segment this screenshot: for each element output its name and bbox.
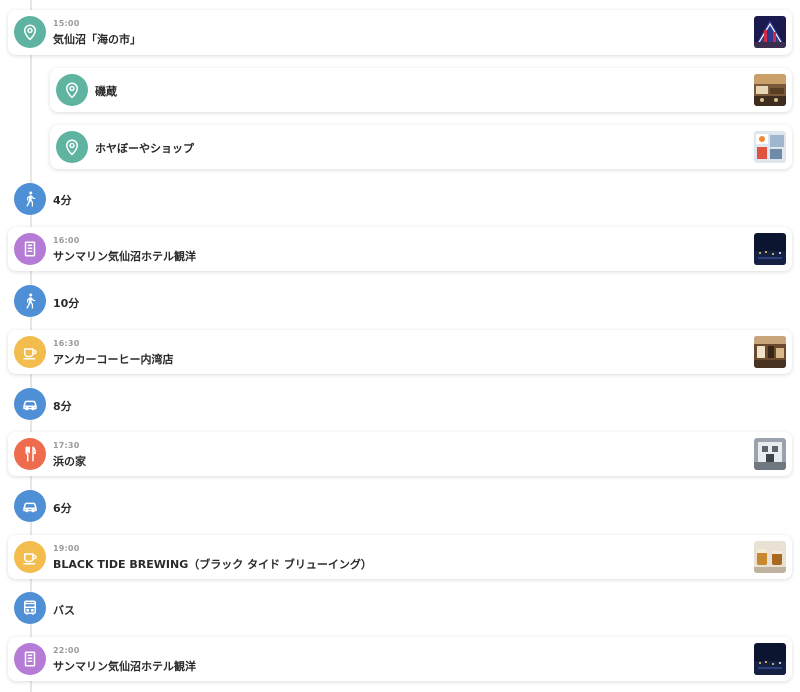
spot-title: 気仙沼「海の市」 <box>53 33 141 46</box>
spot-photo[interactable] <box>754 131 786 163</box>
spot-photo[interactable] <box>754 643 786 675</box>
map-pin-icon <box>56 74 88 106</box>
walk-icon <box>14 285 46 317</box>
hotel-icon <box>14 233 46 265</box>
travel-duration: 6分 <box>53 502 72 515</box>
spot-photo[interactable] <box>754 233 786 265</box>
car-icon <box>14 388 46 420</box>
spot-title: 磯蔵 <box>95 85 117 98</box>
spot-photo[interactable] <box>754 16 786 48</box>
map-pin-icon <box>14 16 46 48</box>
hotel-icon <box>14 643 46 675</box>
travel-duration: 10分 <box>53 297 80 310</box>
spot-time: 15:00 <box>53 19 80 28</box>
travel-duration: 8分 <box>53 400 72 413</box>
spot-time: 16:00 <box>53 236 80 245</box>
spot-title: サンマリン気仙沼ホテル観洋 <box>53 250 196 263</box>
spot-time: 19:00 <box>53 544 80 553</box>
spot-card-isogura[interactable]: 磯蔵 <box>50 68 792 112</box>
spot-card-black-tide-brewing[interactable]: 19:00 BLACK TIDE BREWING（ブラック タイド ブリューイン… <box>8 535 792 579</box>
travel-duration: 4分 <box>53 194 72 207</box>
spot-title: ホヤぼーやショップ <box>95 142 194 155</box>
spot-time: 17:30 <box>53 441 80 450</box>
walk-icon <box>14 183 46 215</box>
spot-title: BLACK TIDE BREWING（ブラック タイド ブリューイング） <box>53 558 372 571</box>
spot-card-hamanoya[interactable]: 17:30 浜の家 <box>8 432 792 476</box>
spot-photo[interactable] <box>754 541 786 573</box>
coffee-cup-icon <box>14 336 46 368</box>
spot-title: 浜の家 <box>53 455 86 468</box>
spot-time: 22:00 <box>53 646 80 655</box>
spot-title: アンカーコーヒー内湾店 <box>53 353 174 366</box>
map-pin-icon <box>56 131 88 163</box>
car-icon <box>14 490 46 522</box>
itinerary-timeline: 15:00 気仙沼「海の市」 磯蔵 ホヤぼーやショップ 4分 16:00 サンマ… <box>0 0 800 692</box>
spot-card-anchor-coffee[interactable]: 16:30 アンカーコーヒー内湾店 <box>8 330 792 374</box>
spot-card-hotel-kanyo[interactable]: 16:00 サンマリン気仙沼ホテル観洋 <box>8 227 792 271</box>
fork-knife-icon <box>14 438 46 470</box>
spot-photo[interactable] <box>754 336 786 368</box>
spot-time: 16:30 <box>53 339 80 348</box>
spot-photo[interactable] <box>754 74 786 106</box>
travel-duration: バス <box>53 604 75 617</box>
spot-card-hotel-kanyo-night[interactable]: 22:00 サンマリン気仙沼ホテル観洋 <box>8 637 792 681</box>
spot-card-hoya-boya-shop[interactable]: ホヤぼーやショップ <box>50 125 792 169</box>
spot-title: サンマリン気仙沼ホテル観洋 <box>53 660 196 673</box>
spot-card-umi-no-ichi[interactable]: 15:00 気仙沼「海の市」 <box>8 10 792 55</box>
bus-icon <box>14 592 46 624</box>
coffee-cup-icon <box>14 541 46 573</box>
spot-photo[interactable] <box>754 438 786 470</box>
